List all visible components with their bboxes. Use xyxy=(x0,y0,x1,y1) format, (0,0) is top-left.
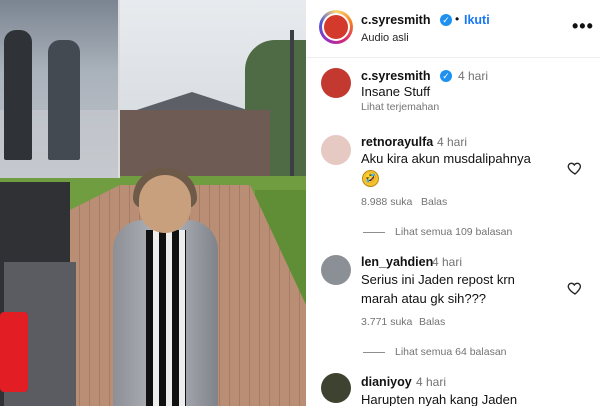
caption-username[interactable]: c.syresmith xyxy=(361,69,430,83)
view-replies-button[interactable]: Lihat semua 64 balasan xyxy=(363,346,507,358)
author-username[interactable]: c.syresmith xyxy=(361,13,430,27)
heart-outline-icon[interactable] xyxy=(567,280,583,296)
rofl-emoji: 🤣 xyxy=(362,170,379,187)
audio-label[interactable]: Audio asli xyxy=(361,32,409,44)
comments-panel: c.syresmith ✓ • Ikuti Audio asli ••• c.s… xyxy=(306,0,600,406)
caption-time: 4 hari xyxy=(458,69,489,83)
comment-likes[interactable]: 8.988 suka xyxy=(361,196,412,208)
inset-person-1 xyxy=(4,30,32,160)
view-replies-button[interactable]: Lihat semua 109 balasan xyxy=(363,226,512,238)
comment-text: Aku kira akun musdalipahnya xyxy=(361,151,531,166)
comment-username[interactable]: retnorayulfa xyxy=(361,135,433,149)
verified-badge-icon: ✓ xyxy=(440,14,452,26)
post-media[interactable] xyxy=(0,0,306,406)
comment-time: 4 hari xyxy=(416,375,447,389)
author-avatar[interactable] xyxy=(319,10,353,44)
media-house xyxy=(110,110,270,180)
comment-avatar[interactable] xyxy=(321,135,351,165)
more-horizontal-icon[interactable]: ••• xyxy=(572,16,594,37)
media-red-bag xyxy=(0,312,28,392)
verified-badge-icon: ✓ xyxy=(440,70,452,82)
post-header: c.syresmith ✓ • Ikuti Audio asli ••• xyxy=(306,0,600,58)
media-girl-shirt xyxy=(146,230,186,406)
comment-text-line-2: marah atau gk sih??? xyxy=(361,291,487,306)
comment-avatar[interactable] xyxy=(321,373,351,403)
comment-likes[interactable]: 3.771 suka xyxy=(361,316,412,328)
comment-username[interactable]: dianiyoy xyxy=(361,375,412,389)
caption-text: Insane Stuff xyxy=(361,84,431,99)
follow-button[interactable]: Ikuti xyxy=(464,13,490,27)
comment-avatar[interactable] xyxy=(321,255,351,285)
comment-text-line-1: Serius ini Jaden repost krn xyxy=(361,272,515,287)
heart-outline-icon[interactable] xyxy=(567,160,583,176)
replies-divider-line xyxy=(363,231,385,233)
caption-avatar[interactable] xyxy=(321,68,351,98)
view-replies-label: Lihat semua 64 balasan xyxy=(395,346,507,358)
comment-username[interactable]: len_yahdien xyxy=(361,255,433,269)
media-girl-face xyxy=(139,175,191,233)
view-replies-label: Lihat semua 109 balasan xyxy=(395,226,513,238)
comment-time: 4 hari xyxy=(437,135,468,149)
comment-text: Harupten nyah kang Jaden xyxy=(361,392,518,406)
see-translation-link[interactable]: Lihat terjemahan xyxy=(361,101,439,113)
replies-divider-line xyxy=(363,351,385,353)
comment-time: 4 hari xyxy=(432,255,463,269)
inset-person-2 xyxy=(48,40,80,160)
reply-button[interactable]: Balas xyxy=(421,196,447,208)
media-inset-video xyxy=(0,0,120,178)
separator-dot: • xyxy=(455,12,460,26)
reply-button[interactable]: Balas xyxy=(419,316,445,328)
